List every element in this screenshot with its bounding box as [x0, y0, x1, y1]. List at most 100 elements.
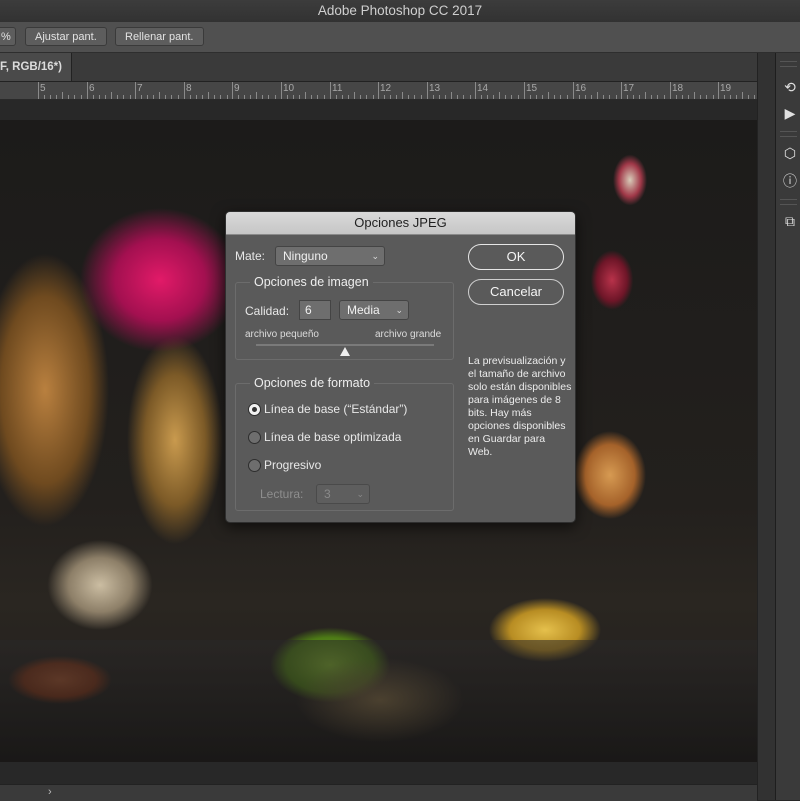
matte-select[interactable]: Ninguno ⌄	[275, 246, 385, 266]
ruler-minor-tick	[603, 95, 604, 99]
ruler-minor-tick	[676, 95, 677, 99]
quality-input[interactable]: 6	[299, 300, 331, 320]
properties-icon[interactable]: ⧉	[782, 213, 798, 229]
scans-select[interactable]: 3 ⌄	[316, 484, 370, 504]
cancel-button[interactable]: Cancelar	[468, 279, 564, 305]
ruler-tick	[135, 82, 136, 99]
ruler-minor-tick	[305, 92, 306, 99]
play-actions-icon[interactable]: ▶	[782, 105, 798, 121]
ruler-minor-tick	[384, 95, 385, 99]
ruler-minor-tick	[548, 92, 549, 99]
ruler-label: 17	[623, 83, 635, 94]
ruler-tick	[378, 82, 379, 99]
ruler-tick	[330, 82, 331, 99]
ruler-minor-tick	[554, 95, 555, 99]
ruler-minor-tick	[616, 95, 617, 99]
ruler-minor-tick	[639, 95, 640, 99]
fit-screen-button[interactable]: Ajustar pant.	[25, 27, 107, 46]
ruler-tick	[427, 82, 428, 99]
quality-slider-thumb[interactable]	[340, 347, 350, 356]
app-title: Adobe Photoshop CC 2017	[317, 3, 483, 18]
chevron-down-icon: ⌄	[371, 251, 379, 261]
ruler-label: 12	[380, 83, 392, 94]
quality-slider-track[interactable]	[256, 344, 434, 346]
ruler-minor-tick	[111, 92, 112, 99]
ruler-minor-tick	[470, 95, 471, 99]
ruler-minor-tick	[627, 95, 628, 99]
progressive-label[interactable]: Progresivo	[264, 458, 321, 472]
ruler-minor-tick	[342, 95, 343, 99]
photo-tablecloth	[0, 640, 757, 762]
ruler-minor-tick	[754, 95, 755, 99]
ruler-minor-tick	[141, 95, 142, 99]
document-tab[interactable]: F, RGB/16*)	[0, 53, 72, 81]
ruler-minor-tick	[700, 95, 701, 99]
ruler-minor-tick	[214, 95, 215, 99]
ruler-minor-tick	[591, 95, 592, 99]
ruler-minor-tick	[530, 95, 531, 99]
ruler-tick	[524, 82, 525, 99]
ruler-minor-tick	[56, 95, 57, 99]
zoom-percent-button[interactable]: %	[0, 27, 16, 46]
horizontal-ruler: 5 6 7 8 9 10 11 12 13 14 15 16 17 18 19	[0, 82, 757, 100]
ruler-minor-tick	[348, 95, 349, 99]
dock-grip[interactable]	[780, 131, 797, 137]
quality-preset-select[interactable]: Media ⌄	[339, 300, 409, 320]
ruler-minor-tick	[651, 95, 652, 99]
radio-progressive[interactable]	[248, 459, 261, 472]
quality-label: Calidad:	[245, 304, 290, 318]
ruler-minor-tick	[457, 95, 458, 99]
ruler-label: 6	[89, 83, 95, 94]
ruler-minor-tick	[366, 95, 367, 99]
ruler-minor-tick	[597, 92, 598, 99]
ruler-minor-tick	[178, 95, 179, 99]
ruler-minor-tick	[481, 95, 482, 99]
ruler-minor-tick	[408, 95, 409, 99]
status-expand-icon[interactable]: ›	[48, 786, 52, 798]
baseline-optimized-label[interactable]: Línea de base optimizada	[264, 430, 401, 444]
dock-grip[interactable]	[780, 199, 797, 205]
ruler-minor-tick	[117, 95, 118, 99]
ruler-label: 15	[526, 83, 538, 94]
ruler-label: 18	[672, 83, 684, 94]
3d-cube-icon[interactable]: ⬡	[782, 145, 798, 161]
document-tab-bar: F, RGB/16*)	[0, 53, 775, 82]
ruler-minor-tick	[317, 95, 318, 99]
ruler-minor-tick	[518, 95, 519, 99]
ruler-minor-tick	[171, 95, 172, 99]
ruler-minor-tick	[81, 95, 82, 99]
ruler-minor-tick	[633, 95, 634, 99]
ruler-minor-tick	[208, 92, 209, 99]
ruler-minor-tick	[293, 95, 294, 99]
ruler-minor-tick	[694, 92, 695, 99]
radio-baseline-optimized[interactable]	[248, 431, 261, 444]
ruler-label: 10	[283, 83, 295, 94]
ruler-minor-tick	[433, 95, 434, 99]
ruler-label: 9	[234, 83, 240, 94]
ruler-minor-tick	[360, 95, 361, 99]
ruler-minor-tick	[220, 95, 221, 99]
ruler-minor-tick	[706, 95, 707, 99]
ruler-minor-tick	[511, 95, 512, 99]
ruler-label: 7	[137, 83, 143, 94]
info-icon[interactable]: ⓘ	[782, 173, 798, 189]
radio-baseline-standard[interactable]	[248, 403, 261, 416]
image-options-group: Opciones de imagen Calidad: 6 Media ⌄ ar…	[235, 275, 454, 360]
status-bar: ›	[0, 784, 757, 801]
scans-value: 3	[324, 487, 331, 501]
ruler-minor-tick	[190, 95, 191, 99]
ruler-minor-tick	[324, 95, 325, 99]
ruler-minor-tick	[354, 92, 355, 99]
ok-button[interactable]: OK	[468, 244, 564, 270]
history-icon[interactable]: ⟲	[782, 79, 798, 95]
ruler-tick	[232, 82, 233, 99]
baseline-standard-label[interactable]: Línea de base (“Estándar”)	[264, 402, 407, 416]
dock-grip[interactable]	[780, 61, 797, 67]
image-options-title: Opciones de imagen	[250, 275, 373, 289]
ruler-minor-tick	[505, 95, 506, 99]
ruler-label: 14	[477, 83, 489, 94]
fill-screen-button[interactable]: Rellenar pant.	[115, 27, 204, 46]
ruler-minor-tick	[688, 95, 689, 99]
ruler-minor-tick	[256, 92, 257, 99]
chevron-down-icon: ⌄	[395, 305, 403, 315]
